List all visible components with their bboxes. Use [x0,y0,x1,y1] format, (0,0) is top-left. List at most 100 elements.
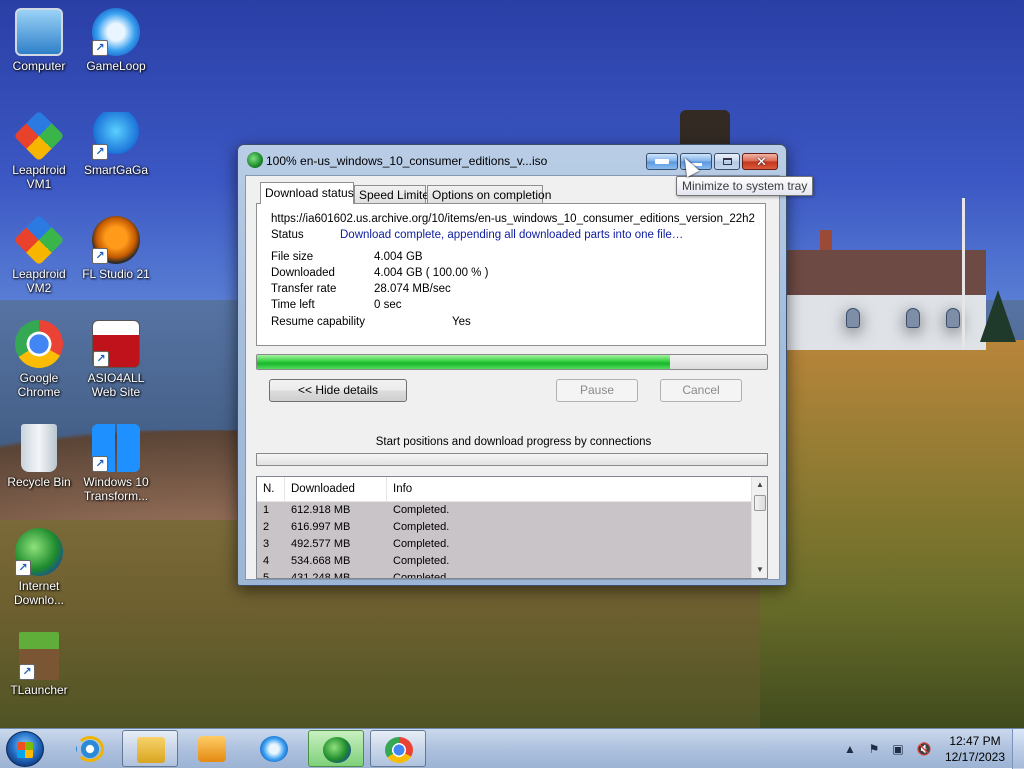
gameloop-icon: ↗ [92,8,140,56]
desktop-icon-google-chrome[interactable]: Google Chrome [1,320,77,399]
shortcut-arrow-icon: ↗ [15,560,31,576]
recycle-bin-icon [21,424,57,472]
connections-caption: Start positions and download progress by… [375,436,652,448]
column-header-downloaded[interactable]: Downloaded [285,477,387,502]
close-icon: ✕ [756,154,767,169]
desktop-icon-fl-studio[interactable]: ↗ FL Studio 21 [78,216,154,281]
table-scrollbar[interactable]: ▲ ▼ [751,477,767,578]
volume-muted-icon[interactable]: 🔇 [916,741,932,757]
wallpaper-house [786,250,986,350]
desktop-icon-leapdroid-vm2[interactable]: Leapdroid VM2 [1,214,77,295]
tab-options-on-completion[interactable]: Options on completion [427,185,551,203]
fl-studio-icon: ↗ [92,216,140,264]
window-title: 100% en-us_windows_10_consumer_editions_… [266,154,548,168]
table-row[interactable]: 4 534.668 MB Completed. [257,553,751,570]
taskbar-item-google-chrome[interactable] [370,730,426,767]
time-left-label: Time left [271,299,315,311]
transfer-rate-label: Transfer rate [271,283,337,295]
chrome-icon [385,737,413,763]
desktop-icon-tlauncher[interactable]: ↗ TLauncher [1,632,77,697]
desktop-icon-gameloop[interactable]: ↗ GameLoop [78,8,154,73]
wallpaper-flagpole [962,198,965,348]
hide-details-button[interactable]: << Hide details [269,379,407,402]
show-hidden-icons-icon[interactable]: ▲ [842,741,858,757]
connections-progress-bar [256,453,768,466]
desktop-icon-label: Internet Downlo... [13,579,65,607]
window-client-area: Download status Speed Limiter Options on… [245,175,780,580]
minimize-to-tray-button[interactable] [646,153,678,170]
downloaded-value: 4.004 GB ( 100.00 % ) [374,267,489,279]
row-info: Completed. [393,538,450,550]
table-row[interactable]: 1 612.918 MB Completed. [257,502,751,519]
clock-time: 12:47 PM [949,734,1001,748]
table-row[interactable]: 3 492.577 MB Completed. [257,536,751,553]
network-icon[interactable]: ▣ [890,741,906,757]
row-downloaded: 612.918 MB [291,504,351,516]
desktop-icon-leapdroid-vm1[interactable]: Leapdroid VM1 [1,110,77,191]
desktop-icon-label: ASIO4ALL Web Site [87,371,145,399]
row-number: 5 [263,572,270,579]
desktop-icon-smartgaga[interactable]: ↗ SmartGaGa [78,112,154,177]
desktop-icon-internet-download-manager[interactable]: ↗ Internet Downlo... [1,528,77,607]
download-window[interactable]: 100% en-us_windows_10_consumer_editions_… [237,144,787,586]
maximize-button[interactable] [714,153,740,170]
file-size-value: 4.004 GB [374,251,423,263]
taskbar-item-media-player[interactable] [184,730,240,767]
desktop-icon-windows10[interactable]: ↗ Windows 10 Transform... [78,424,154,503]
download-url: https://ia601602.us.archive.org/10/items… [271,213,755,225]
media-player-icon [198,736,226,762]
taskbar-item-internet-explorer[interactable] [62,730,118,767]
pause-button[interactable]: Pause [556,379,638,402]
desktop-icon-label: TLauncher [10,683,68,697]
table-body: 1 612.918 MB Completed. 2 616.997 MB Complete… [257,502,751,579]
column-header-number[interactable]: N. [257,477,285,502]
tray-arrow-icon [655,159,669,164]
chrome-icon [15,320,63,368]
desktop-icon-label: Windows 10 Transform... [83,475,149,503]
table-row[interactable]: 2 616.997 MB Completed. [257,519,751,536]
shortcut-arrow-icon: ↗ [92,248,108,264]
table-row[interactable]: 5 431.248 MB Completed. [257,570,751,579]
shortcut-arrow-icon: ↗ [93,351,109,367]
taskbar-item-internet-download-manager[interactable] [308,730,364,767]
wallpaper-field [760,340,1024,728]
minimize-to-tray-tooltip: Minimize to system tray [676,176,814,196]
idm-icon [323,737,351,763]
desktop-icon-label: Leapdroid VM1 [12,163,66,191]
taskbar-item-file-explorer[interactable] [122,730,178,767]
tab-speed-limiter[interactable]: Speed Limiter [354,185,433,203]
shortcut-arrow-icon: ↗ [92,40,108,56]
file-explorer-icon [137,737,165,763]
tlauncher-icon: ↗ [19,632,59,680]
desktop-icon-label: SmartGaGa [83,163,149,177]
tab-download-status[interactable]: Download status [260,182,354,204]
desktop-icon-recycle-bin[interactable]: Recycle Bin [1,424,77,489]
smartgaga-icon: ↗ [92,112,140,160]
start-button[interactable] [6,731,44,767]
scroll-up-arrow-icon[interactable]: ▲ [752,477,767,493]
scrollbar-thumb[interactable] [754,495,766,511]
wallpaper-tree [980,290,1016,342]
action-center-flag-icon[interactable]: ⚑ [866,741,882,757]
gameloop-icon [260,736,288,762]
desktop-icon-computer[interactable]: Computer [1,8,77,73]
desktop-icon-label: Google Chrome [17,371,61,399]
resume-capability-label: Resume capability [271,316,365,328]
leapdroid-icon [13,214,65,266]
internet-explorer-icon [76,736,104,762]
show-desktop-button[interactable] [1012,729,1024,769]
desktop-icon-asio4all[interactable]: ↗ ASIO4ALL Web Site [78,320,154,399]
column-header-info[interactable]: Info [387,477,751,502]
close-button[interactable]: ✕ [742,153,778,170]
row-number: 3 [263,538,270,550]
cancel-button[interactable]: Cancel [660,379,742,402]
window-titlebar[interactable]: 100% en-us_windows_10_consumer_editions_… [238,145,786,175]
taskbar-clock[interactable]: 12:47 PM 12/17/2023 [940,733,1010,765]
scroll-down-arrow-icon[interactable]: ▼ [752,562,767,578]
downloaded-label: Downloaded [271,267,335,279]
row-downloaded: 616.997 MB [291,521,351,533]
row-info: Completed. [393,504,450,516]
connections-table[interactable]: N. Downloaded Info 1 612.918 MB Completed.… [256,476,768,579]
taskbar-item-gameloop[interactable] [246,730,302,767]
taskbar: ▲ ⚑ ▣ 🔇 12:47 PM 12/17/2023 [0,728,1024,769]
